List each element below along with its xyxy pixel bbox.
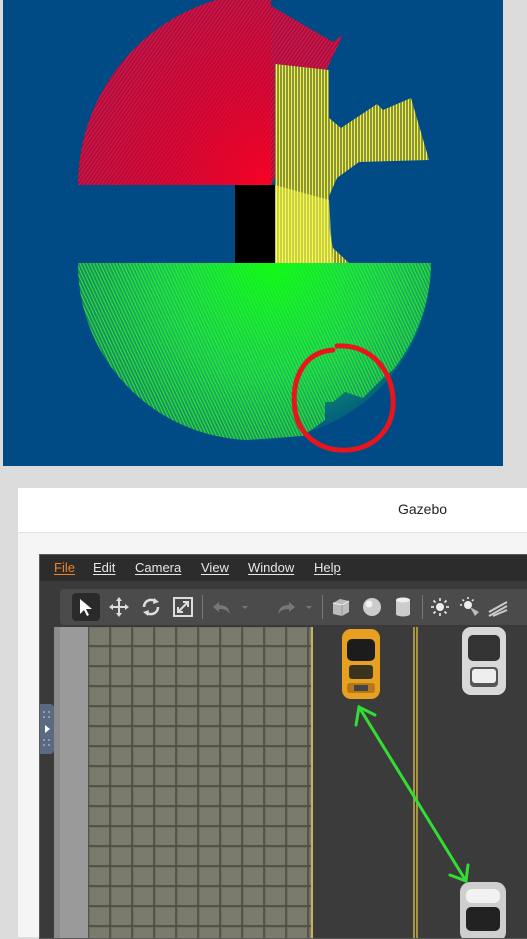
toolbar-separator [422,595,423,619]
other-car-top[interactable] [462,627,506,695]
translate-icon[interactable] [105,593,133,621]
undo-dropdown-icon[interactable] [236,593,254,621]
cylinder-shape-icon[interactable] [389,593,417,621]
sidewalk [60,627,88,938]
robot-body [235,185,275,263]
scene-viewport[interactable] [60,627,527,938]
rotate-icon[interactable] [137,593,165,621]
menu-help[interactable]: Help [314,560,341,575]
scale-icon[interactable] [169,593,197,621]
menu-edit[interactable]: Edit [93,560,115,575]
paved-sidewalk [88,627,312,938]
menu-view[interactable]: View [201,560,229,575]
other-car-bottom[interactable] [460,882,506,938]
ego-car-yellow[interactable] [342,629,380,699]
redo-dropdown-icon[interactable] [300,593,318,621]
left-panel-toggle[interactable] [40,704,54,754]
menu-window[interactable]: Window [248,560,294,575]
menubar: File Edit Camera View Window Help [40,555,527,581]
point-light-icon[interactable] [426,593,454,621]
window-title: Gazebo [398,501,448,517]
gazebo-window: Gazebo File Edit Camera View Window Help [18,488,527,939]
toolbar [60,589,527,625]
toolbar-separator [322,595,323,619]
scene-render [60,627,527,938]
gazebo-app: File Edit Camera View Window Help [39,554,527,939]
select-arrow-icon[interactable] [72,593,100,621]
redo-icon[interactable] [272,593,300,621]
toolbar-separator [202,595,203,619]
lidar-plot [77,0,432,453]
directional-light-icon[interactable] [484,593,512,621]
menu-file[interactable]: File [54,560,75,575]
box-shape-icon[interactable] [327,593,355,621]
window-titlebar[interactable]: Gazebo [18,488,527,533]
menu-camera[interactable]: Camera [135,560,181,575]
lidar-visualization [3,0,503,466]
sphere-shape-icon[interactable] [358,593,386,621]
spot-light-icon[interactable] [456,593,484,621]
undo-icon[interactable] [208,593,236,621]
